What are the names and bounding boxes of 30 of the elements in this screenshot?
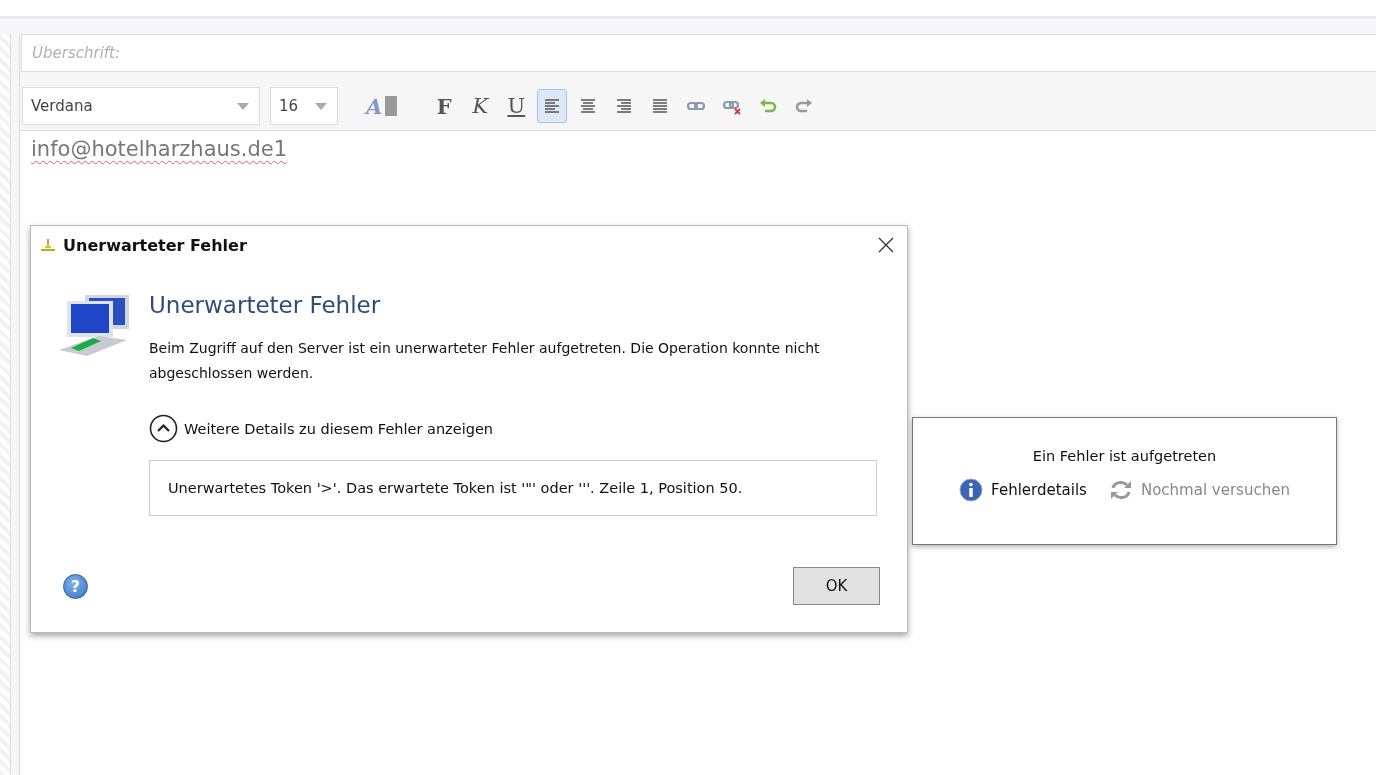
redo-icon	[795, 97, 814, 115]
error-notice-text: Ein Fehler ist aufgetreten	[1032, 448, 1217, 464]
color-swatch-icon	[385, 96, 398, 116]
error-details-link[interactable]: Fehlerdetails	[959, 478, 1087, 502]
align-center-icon	[579, 97, 598, 115]
error-details-box: Unerwartetes Token '>'. Das erwartete Token ist '"' oder '''. Zeile 1, Position 50.	[149, 460, 877, 516]
subject-field[interactable]: Überschrift:	[21, 34, 1376, 72]
caret-icon	[315, 102, 327, 110]
dialog-heading: Unerwarteter Fehler	[149, 292, 382, 318]
size-dropdown[interactable]: 16	[270, 87, 338, 125]
bold-button[interactable]: F	[429, 89, 460, 123]
italic-button[interactable]: K	[465, 89, 496, 123]
refresh-icon	[1108, 479, 1133, 501]
ok-button[interactable]: OK	[793, 567, 880, 605]
details-toggle[interactable]: Weitere Details zu diesem Fehler anzeigen	[149, 414, 493, 443]
undo-icon	[759, 97, 778, 115]
align-left-button[interactable]	[537, 89, 568, 123]
font-dropdown[interactable]: Verdana	[22, 87, 260, 125]
app-icon	[39, 238, 57, 252]
justify-icon	[651, 97, 670, 115]
align-right-icon	[615, 97, 634, 115]
chevron-circle-icon	[149, 414, 178, 443]
editor-text: info@hotelharzhaus.de1	[31, 137, 288, 161]
network-computers-icon	[57, 292, 131, 358]
dialog-title: Unerwarteter Fehler	[63, 235, 248, 255]
info-icon	[959, 478, 984, 502]
underline-button[interactable]: U	[501, 89, 532, 123]
align-left-icon	[543, 97, 562, 115]
caret-icon	[237, 102, 249, 110]
error-message: Beim Zugriff auf den Server ist ein unerwarteter Fehler aufgetreten. Die Operation konnte nicht abgeschlossen werden.	[149, 339, 821, 383]
